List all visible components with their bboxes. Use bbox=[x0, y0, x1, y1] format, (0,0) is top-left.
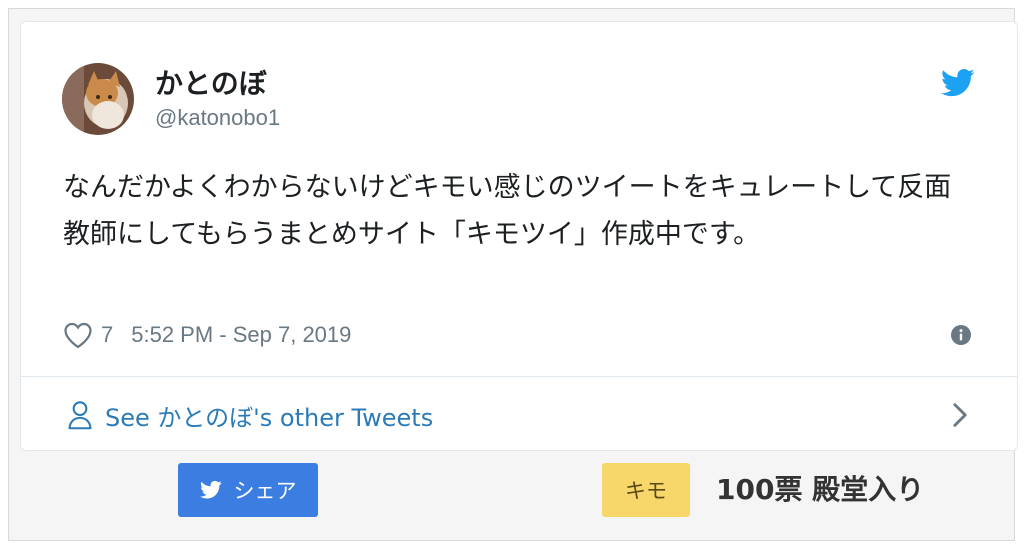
heart-icon[interactable] bbox=[63, 321, 93, 349]
tweet-text: なんだかよくわからないけどキモい感じのツイートをキュレートして反面教師にしてもら… bbox=[63, 172, 952, 250]
share-label: シェア bbox=[233, 479, 297, 503]
tweet-timestamp[interactable]: 5:52 PM - Sep 7, 2019 bbox=[131, 322, 351, 348]
tweet-card[interactable]: かとのぼ @katonobo1 なんだかよくわからないけどキモい感じのツイートを… bbox=[20, 21, 1018, 451]
chevron-right-icon[interactable] bbox=[951, 402, 969, 428]
kimo-vote-button[interactable]: キモ bbox=[602, 463, 690, 517]
twitter-bird-icon[interactable] bbox=[941, 68, 975, 98]
see-other-tweets-label[interactable]: See かとのぼ's other Tweets bbox=[105, 398, 433, 433]
person-icon bbox=[68, 401, 92, 430]
see-other-tweets-link[interactable]: See かとのぼ's other Tweets bbox=[67, 397, 433, 433]
like-count[interactable]: 7 bbox=[101, 322, 113, 348]
author-handle[interactable]: @katonobo1 bbox=[155, 105, 280, 131]
twitter-bird-icon bbox=[199, 480, 222, 499]
author-name[interactable]: かとのぼ bbox=[155, 62, 267, 102]
embed-container: かとのぼ @katonobo1 なんだかよくわからないけどキモい感じのツイートを… bbox=[8, 8, 1018, 541]
avatar[interactable] bbox=[62, 63, 134, 135]
vote-count: 100票 殿堂入り bbox=[716, 473, 925, 506]
info-icon[interactable] bbox=[951, 325, 971, 345]
share-button[interactable]: シェア bbox=[178, 463, 318, 517]
tweet-meta: 7 5:52 PM - Sep 7, 2019 bbox=[63, 318, 351, 352]
divider bbox=[21, 376, 1017, 377]
